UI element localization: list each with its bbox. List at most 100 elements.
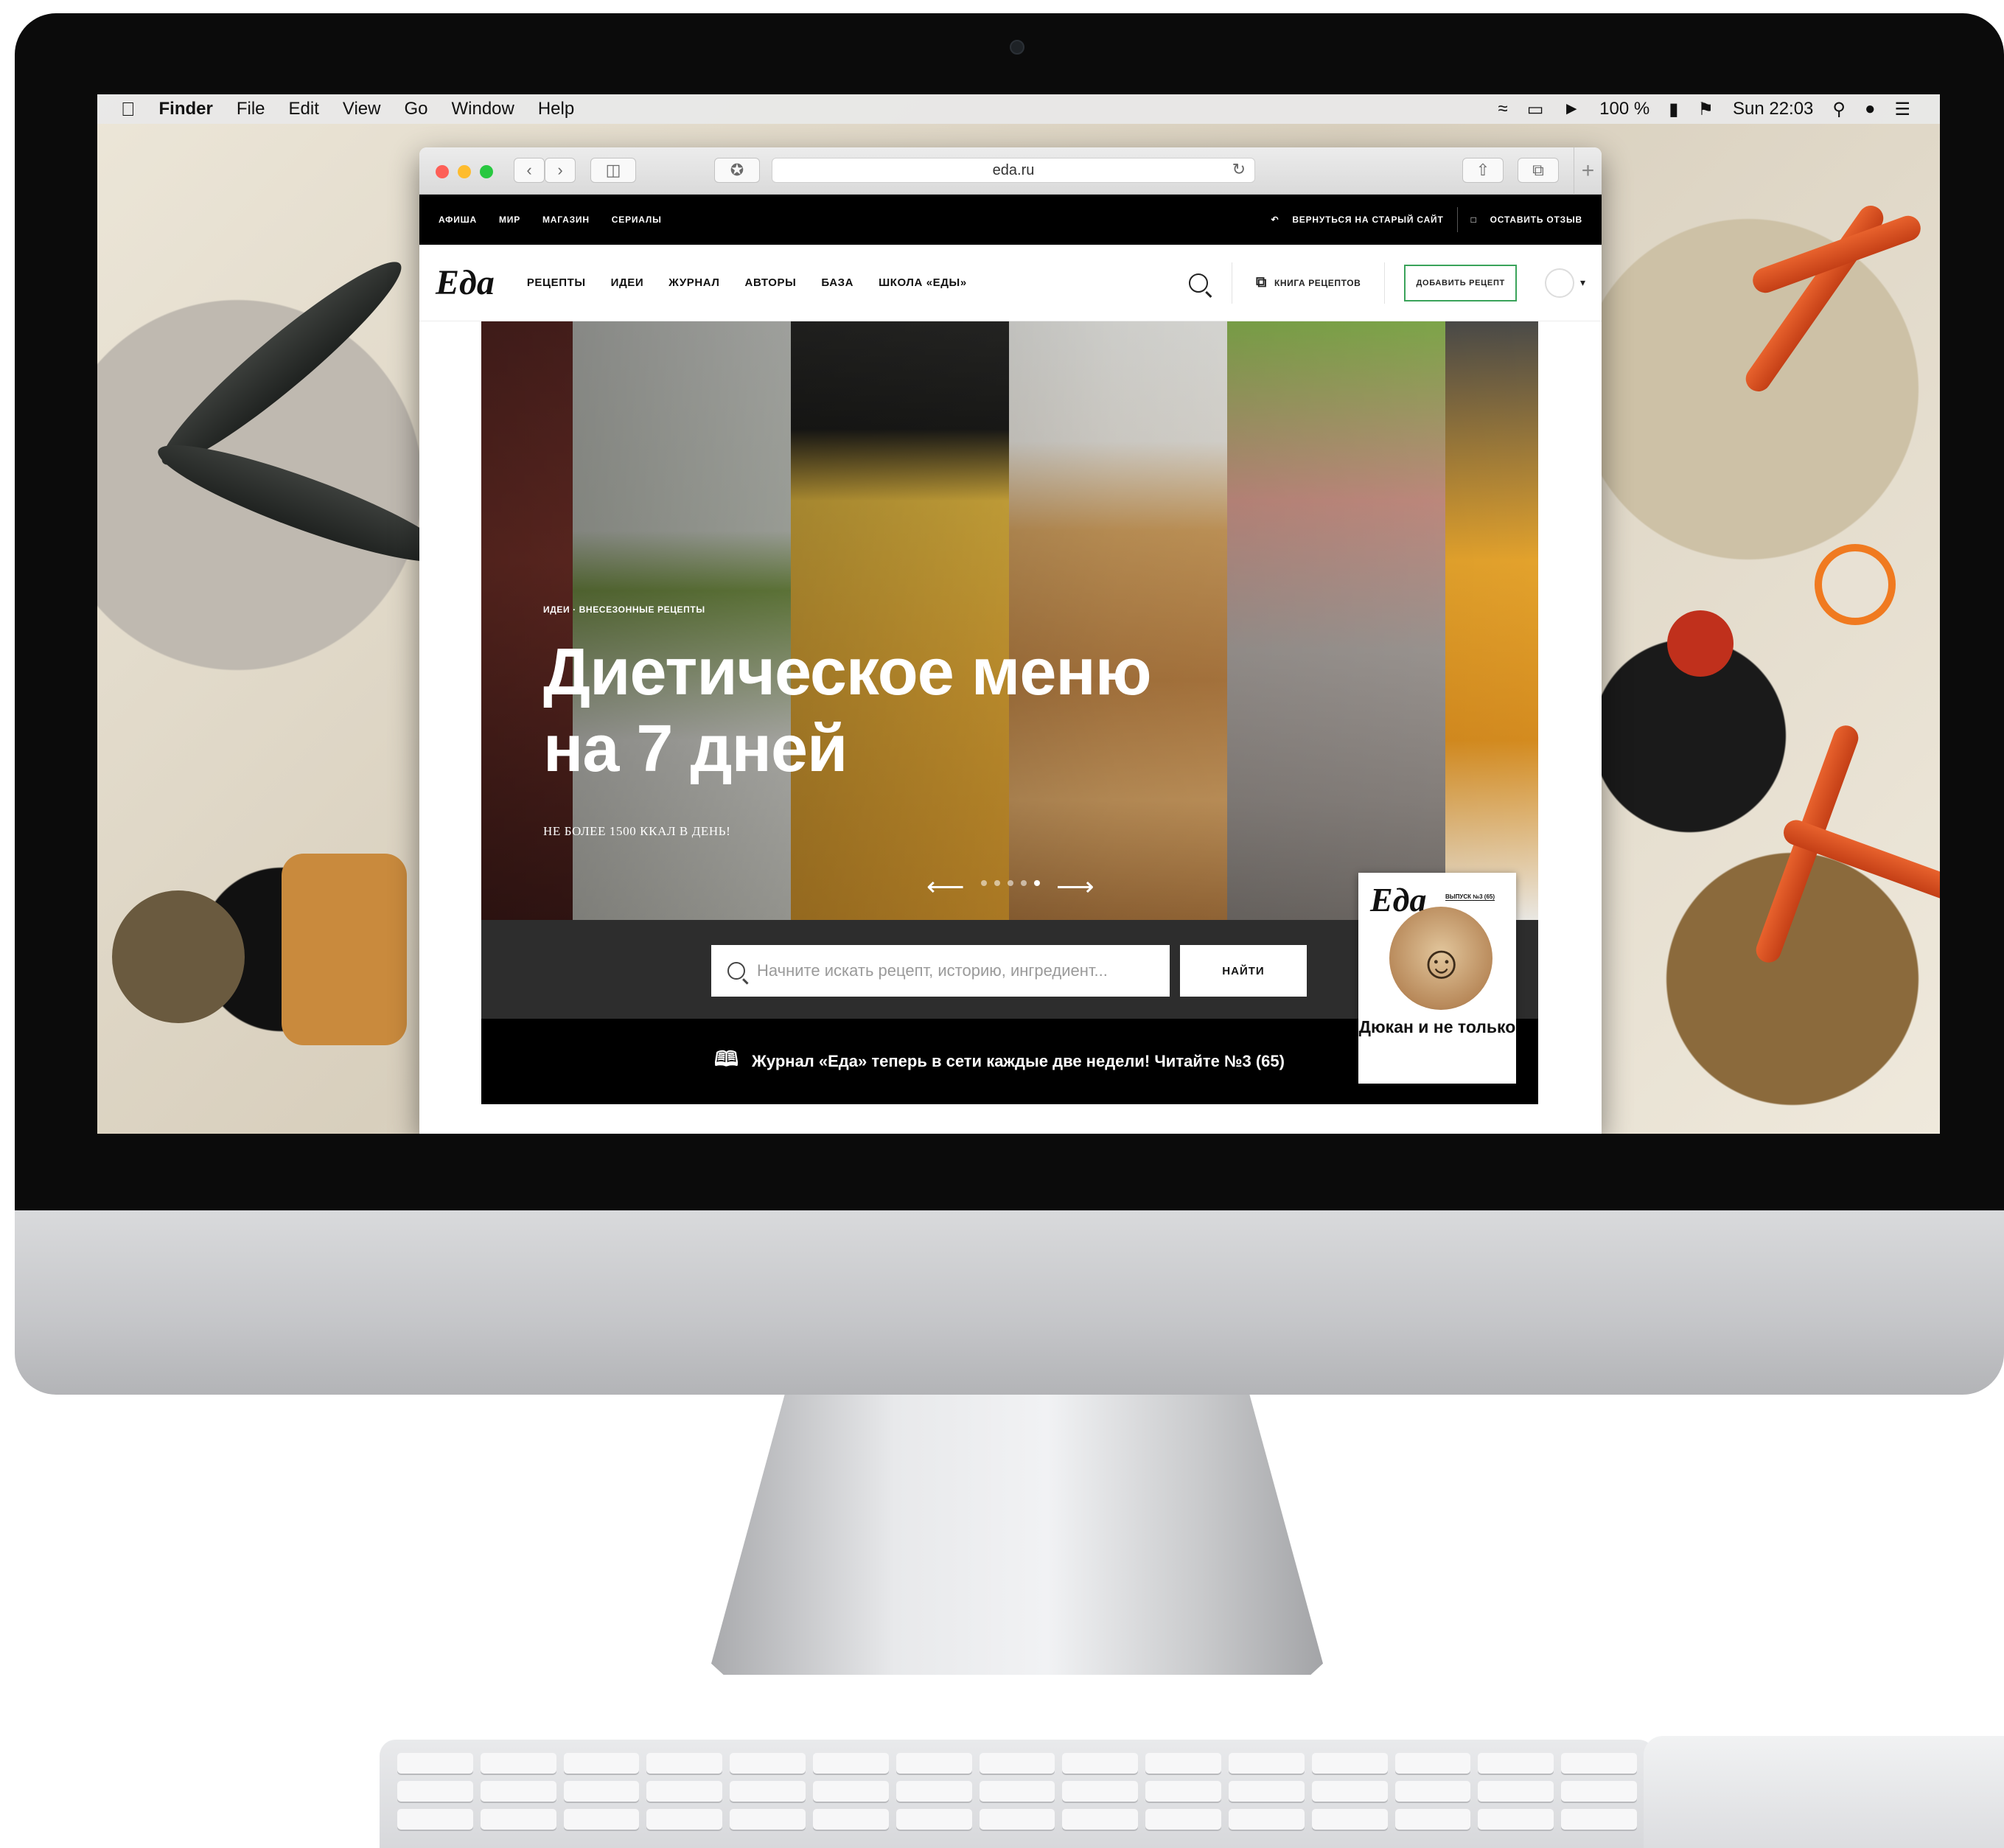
desktop:  Finder File Edit View Go Window Help ≈… bbox=[97, 94, 1940, 1134]
keyboard-key bbox=[1478, 1753, 1554, 1774]
wifi-icon[interactable]: ≈ bbox=[1498, 99, 1508, 119]
keyboard-key bbox=[1311, 1781, 1388, 1802]
old-site-link[interactable]: ВЕРНУТЬСЯ НА СТАРЫЙ САЙТ bbox=[1292, 215, 1443, 225]
keyboard-key bbox=[1394, 1781, 1471, 1802]
slider-dots bbox=[981, 880, 1040, 886]
wallpaper-caviar bbox=[1667, 610, 1734, 677]
nav-recipes[interactable]: РЕЦЕПТЫ bbox=[527, 276, 586, 289]
topnav-series[interactable]: СЕРИАЛЫ bbox=[612, 215, 662, 225]
address-bar[interactable]: eda.ru ↻ bbox=[772, 158, 1255, 183]
nav-base[interactable]: БАЗА bbox=[821, 276, 853, 289]
search-input[interactable] bbox=[757, 961, 1155, 980]
feedback-icon: □ bbox=[1470, 215, 1477, 225]
reload-icon[interactable]: ↻ bbox=[1232, 160, 1246, 179]
keyboard-key bbox=[1145, 1809, 1221, 1830]
keyboard-key bbox=[1478, 1809, 1554, 1830]
menu-clock[interactable]: Sun 22:03 bbox=[1733, 99, 1813, 119]
flag-icon[interactable]: ⚑ bbox=[1697, 99, 1714, 120]
sidebar-icon[interactable]: ◫ bbox=[590, 158, 636, 183]
feedback-link[interactable]: ОСТАВИТЬ ОТЗЫВ bbox=[1490, 215, 1582, 225]
keyboard-key bbox=[563, 1781, 640, 1802]
menu-window[interactable]: Window bbox=[451, 99, 514, 119]
keyboard-key bbox=[1062, 1781, 1139, 1802]
magazine-issue: ВЫПУСК №3 (65) bbox=[1445, 893, 1495, 901]
zoom-icon[interactable] bbox=[480, 165, 493, 178]
avatar-icon[interactable] bbox=[1544, 268, 1574, 298]
keyboard-key bbox=[397, 1781, 473, 1802]
face-icon: ☺ bbox=[1417, 935, 1466, 988]
keyboard-key bbox=[1561, 1809, 1637, 1830]
magazine-headline: Дюкан и не только bbox=[1358, 1017, 1516, 1036]
arrow-left-icon[interactable]: ⟵ bbox=[926, 871, 965, 902]
keyboard-key bbox=[813, 1781, 889, 1802]
new-tab-icon[interactable]: + bbox=[1574, 147, 1602, 195]
menu-edit[interactable]: Edit bbox=[289, 99, 319, 119]
volume-icon[interactable]: ► bbox=[1563, 99, 1580, 119]
recipe-book-link[interactable]: ⧉ КНИГА РЕЦЕПТОВ bbox=[1232, 262, 1386, 304]
menu-help[interactable]: Help bbox=[538, 99, 574, 119]
menu-app-name[interactable]: Finder bbox=[159, 99, 213, 119]
hero-slider: ИДЕИ · ВНЕСЕЗОННЫЕ РЕЦЕПТЫ Диетическое м… bbox=[481, 321, 1538, 1104]
book-icon: 🕮 bbox=[714, 1047, 739, 1070]
wallpaper-bread bbox=[282, 854, 407, 1045]
hero-title[interactable]: Диетическое меню на 7 дней bbox=[543, 634, 1207, 787]
keyboard-key bbox=[895, 1781, 972, 1802]
keyboard-key bbox=[646, 1753, 723, 1774]
back-icon[interactable]: ‹ bbox=[514, 158, 545, 183]
minimize-icon[interactable] bbox=[458, 165, 471, 178]
menu-go[interactable]: Go bbox=[404, 99, 427, 119]
battery-percent[interactable]: 100 % bbox=[1599, 99, 1649, 119]
slider-dot[interactable] bbox=[1008, 880, 1013, 886]
magazine-card[interactable]: Еда ВЫПУСК №3 (65) ☺ Дюкан и не только bbox=[1358, 873, 1516, 1084]
extension-icon[interactable]: ✪ bbox=[714, 158, 760, 183]
siri-icon[interactable]: ● bbox=[1865, 99, 1876, 119]
forward-icon[interactable]: › bbox=[545, 158, 576, 183]
divider bbox=[1456, 207, 1458, 232]
search-box[interactable] bbox=[711, 945, 1170, 997]
keyboard-key bbox=[480, 1809, 556, 1830]
search-icon[interactable] bbox=[1189, 273, 1209, 293]
apple-icon[interactable]:  bbox=[121, 98, 136, 121]
site-header: Еда РЕЦЕПТЫ ИДЕИ ЖУРНАЛ АВТОРЫ БАЗА ШКОЛ… bbox=[419, 245, 1602, 321]
slider-dot[interactable] bbox=[994, 880, 1000, 886]
keyboard-key bbox=[1561, 1781, 1637, 1802]
site-logo[interactable]: Еда bbox=[436, 262, 495, 303]
battery-icon[interactable]: ▮ bbox=[1669, 99, 1678, 120]
keyboard-key bbox=[1478, 1781, 1554, 1802]
nav-journal[interactable]: ЖУРНАЛ bbox=[668, 276, 719, 289]
site-topbar: АФИША МИР МАГАЗИН СЕРИАЛЫ ↶ ВЕРНУТЬСЯ НА… bbox=[419, 195, 1602, 245]
list-icon[interactable]: ☰ bbox=[1894, 99, 1910, 120]
slider-dot[interactable] bbox=[1021, 880, 1027, 886]
chevron-down-icon[interactable]: ▾ bbox=[1580, 276, 1585, 289]
share-icon[interactable]: ⇧ bbox=[1462, 158, 1504, 183]
hero-breadcrumb[interactable]: ИДЕИ · ВНЕСЕЗОННЫЕ РЕЦЕПТЫ bbox=[543, 604, 705, 615]
keyboard-key bbox=[563, 1809, 640, 1830]
airplay-icon[interactable]: ▭ bbox=[1527, 99, 1544, 120]
slider-dot[interactable] bbox=[1034, 880, 1040, 886]
topnav-mir[interactable]: МИР bbox=[499, 215, 520, 225]
keyboard-key bbox=[730, 1781, 806, 1802]
close-icon[interactable] bbox=[436, 165, 449, 178]
topnav-shop[interactable]: МАГАЗИН bbox=[542, 215, 590, 225]
keyboard-key bbox=[1145, 1781, 1221, 1802]
add-recipe-button[interactable]: ДОБАВИТЬ РЕЦЕПТ bbox=[1404, 264, 1517, 301]
keyboard-key bbox=[895, 1809, 972, 1830]
slider-dot[interactable] bbox=[981, 880, 987, 886]
menu-view[interactable]: View bbox=[343, 99, 381, 119]
keyboard-key bbox=[730, 1809, 806, 1830]
nav-authors[interactable]: АВТОРЫ bbox=[745, 276, 797, 289]
tabs-icon[interactable]: ⧉ bbox=[1518, 158, 1559, 183]
menu-file[interactable]: File bbox=[237, 99, 265, 119]
keyboard-key bbox=[1229, 1809, 1305, 1830]
keyboard-key bbox=[1229, 1781, 1305, 1802]
find-button[interactable]: НАЙТИ bbox=[1180, 945, 1307, 997]
arrow-right-icon[interactable]: ⟶ bbox=[1056, 871, 1094, 902]
spotlight-icon[interactable]: ⚲ bbox=[1832, 99, 1846, 120]
nav-ideas[interactable]: ИДЕИ bbox=[611, 276, 644, 289]
topnav-afisha[interactable]: АФИША bbox=[439, 215, 477, 225]
keyboard-key bbox=[646, 1781, 723, 1802]
url-text: eda.ru bbox=[992, 161, 1035, 178]
menu-bar:  Finder File Edit View Go Window Help ≈… bbox=[97, 94, 1940, 124]
nav-school[interactable]: ШКОЛА «ЕДЫ» bbox=[879, 276, 967, 289]
keyboard-key bbox=[1062, 1809, 1139, 1830]
